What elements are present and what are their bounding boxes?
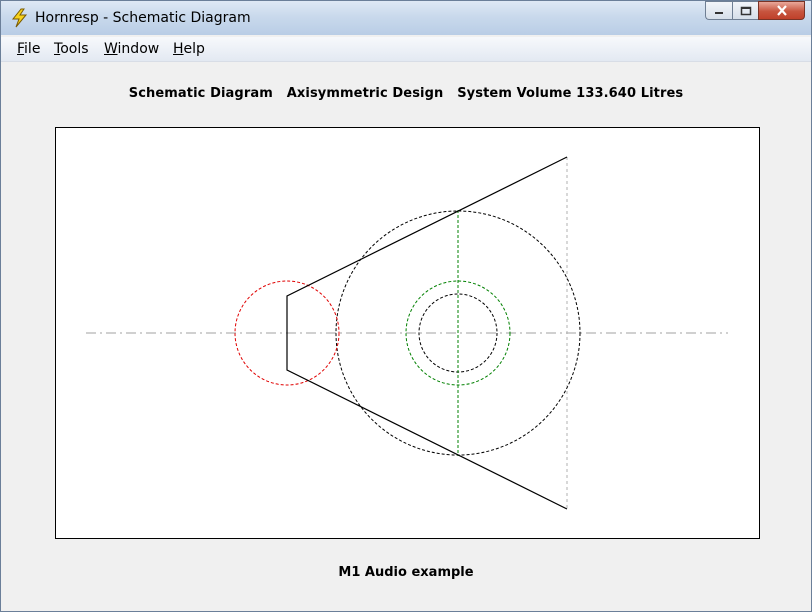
menu-bar: File Tools Window Help [1,37,811,62]
lightning-bolt-icon [11,8,28,28]
window-controls [705,1,805,21]
minimize-icon [715,11,723,14]
menu-window-label: indow [117,41,160,57]
diagram-caption: M1 Audio example [338,565,474,580]
window-title: Hornresp - Schematic Diagram [35,10,251,26]
menu-tools-label: ools [60,41,89,57]
menu-window-accel: W [104,41,118,57]
title-bar[interactable]: Hornresp - Schematic Diagram [1,1,811,35]
menu-file[interactable]: File [17,41,40,57]
menu-file-accel: F [17,41,25,57]
menu-help-label: elp [183,41,205,57]
menu-file-label: ile [24,41,41,57]
maximize-icon [740,6,751,15]
menu-tools[interactable]: Tools [54,41,89,57]
schematic-drawing [86,156,728,510]
menu-help[interactable]: Help [173,41,205,57]
app-window: Hornresp - Schematic Diagram File Tools … [0,0,812,612]
schematic-canvas [55,127,760,539]
minimize-button[interactable] [705,1,732,20]
close-button[interactable] [758,1,805,20]
menu-help-accel: H [173,41,184,57]
maximize-button[interactable] [732,1,758,20]
diagram-heading: Schematic Diagram Axisymmetric Design Sy… [128,86,684,101]
menu-window[interactable]: Window [104,41,159,57]
close-icon [776,5,787,16]
